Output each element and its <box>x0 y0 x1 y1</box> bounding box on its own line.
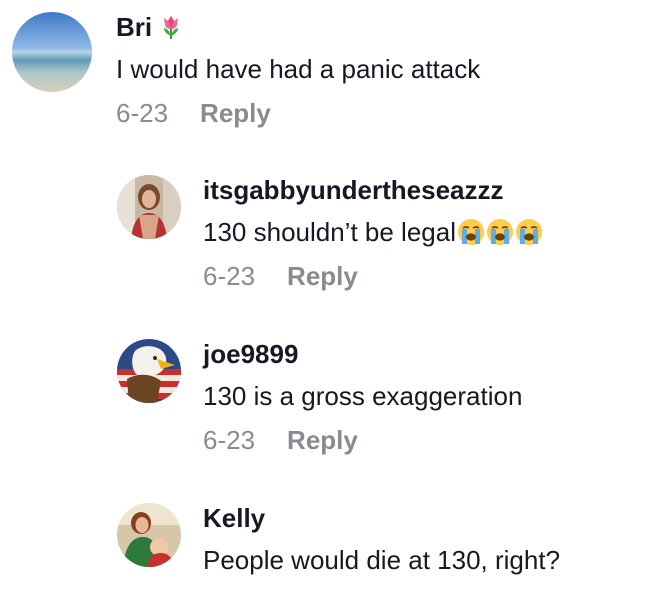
comment-username[interactable]: Kelly <box>203 503 560 533</box>
comment-item: Kelly People would die at 130, right? <box>117 503 560 575</box>
comment-item: Bri I would have had a panic attack 6-23… <box>12 12 480 128</box>
loudly-crying-face-icon <box>515 218 543 246</box>
comment-username[interactable]: Bri <box>116 12 480 42</box>
tulip-icon <box>160 14 182 40</box>
comment-date: 6-23 <box>116 98 169 128</box>
comment-text: I would have had a panic attack <box>116 54 481 84</box>
comment-meta: 6-23 Reply <box>203 425 522 455</box>
avatar[interactable] <box>117 175 181 239</box>
comment-date: 6-23 <box>203 425 256 455</box>
loudly-crying-face-icon <box>457 218 485 246</box>
loudly-crying-face-icon <box>486 218 514 246</box>
comment-date: 6-23 <box>203 261 256 291</box>
comment-username[interactable]: joe9899 <box>203 339 522 369</box>
comment-item: itsgabbyundertheseazzz 130 shouldn’t be … <box>117 175 543 291</box>
avatar[interactable] <box>12 12 92 92</box>
comment-meta: 6-23 Reply <box>116 98 480 128</box>
avatar[interactable] <box>117 503 181 567</box>
reply-button[interactable]: Reply <box>287 425 358 455</box>
reply-button[interactable]: Reply <box>200 98 271 128</box>
comment-text: 130 shouldn’t be legal <box>203 217 543 247</box>
comment-text: People would die at 130, right? <box>203 545 561 575</box>
comment-meta: 6-23 Reply <box>203 261 543 291</box>
avatar[interactable] <box>117 339 181 403</box>
comment-text: 130 is a gross exaggeration <box>203 381 523 411</box>
comment-username[interactable]: itsgabbyundertheseazzz <box>203 175 543 205</box>
comment-item: joe9899 130 is a gross exaggeration 6-23… <box>117 339 522 455</box>
reply-button[interactable]: Reply <box>287 261 358 291</box>
